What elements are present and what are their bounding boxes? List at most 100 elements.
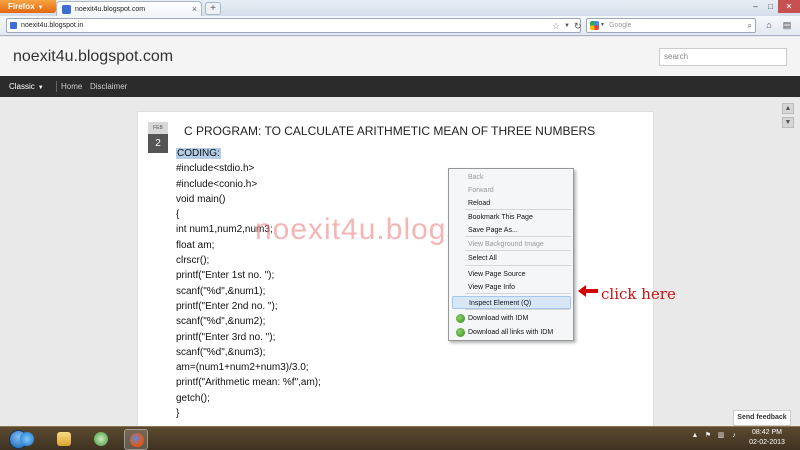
code-line-text: printf("Enter 1st no. "); [176,270,275,282]
network-icon[interactable]: ▥ [716,431,726,441]
caret-down-icon: ▼ [37,85,44,91]
search-icon[interactable]: ⌕ [748,19,752,32]
code-line: #include<stdio.h> [176,161,321,176]
post-card: FEB 2 C PROGRAM: TO CALCULATE ARITHMETIC… [137,111,654,426]
system-tray: ▲ ⚑ ▥ ♪ [690,431,739,441]
menu-item-reload[interactable]: Reload [452,197,571,210]
view-selector[interactable]: Classic ▼ [9,76,44,99]
chevron-down-icon: ▼ [37,5,44,11]
menu-item-label: Save Page As... [468,227,518,234]
tray-arrow-icon[interactable]: ▲ [690,431,700,441]
menu-item-save-page-as[interactable]: Save Page As... [452,224,571,237]
date-day: 2 [148,134,168,153]
browser-icon [94,432,108,446]
code-line-text: scanf("%d",&num2); [176,316,266,328]
menu-item-label: Download with IDM [468,315,529,322]
menu-item-label: Inspect Element (Q) [469,300,532,307]
blogger-favicon-icon [62,5,71,14]
site-header: noexit4u.blogspot.com search [0,37,800,76]
code-line-text: scanf("%d",&num1); [176,285,266,297]
clock-time: 08:42 PM [752,429,782,436]
firefox-menu-button[interactable]: Firefox ▼ [0,0,56,13]
taskbar: ▲ ⚑ ▥ ♪ 08:42 PM 02-02-2013 [0,426,800,450]
post-title[interactable]: C PROGRAM: TO CALCULATE ARITHMETIC MEAN … [184,124,595,138]
maximize-button[interactable]: □ [763,0,778,13]
tab-title: noexit4u.blogspot.com [75,6,146,13]
flag-icon[interactable]: ⚑ [703,431,713,441]
clock[interactable]: 08:42 PM 02-02-2013 [742,428,792,448]
site-title[interactable]: noexit4u.blogspot.com [13,48,173,66]
code-line: #include<conio.h> [176,177,321,192]
scroll-up-icon[interactable]: ▲ [782,103,794,114]
search-bar[interactable]: ▼ Google ⌕ [586,18,756,33]
menu-item-bookmark-this-page[interactable]: Bookmark This Page [452,211,571,224]
code-line: scanf("%d",&num2); [176,314,321,329]
view-selector-label: Classic [9,82,35,91]
code-line-text: } [176,408,180,420]
firefox-icon [130,433,144,447]
taskbar-chrome[interactable] [89,429,113,450]
menu-separator [465,265,571,266]
code-line: printf("Enter 3rd no. "); [176,330,321,345]
url-text: noexit4u.blogspot.in [21,22,84,29]
window-controls: – □ ✕ [748,0,800,13]
minimize-button[interactable]: – [748,0,763,13]
close-tab-icon[interactable]: × [192,2,197,17]
navigation-toolbar: noexit4u.blogspot.in ☆ ▼ ↻ ▼ Google ⌕ ⌂ … [0,16,800,36]
code-line: } [176,406,321,421]
menu-item-label: Bookmark This Page [468,214,533,221]
nav-disclaimer-link[interactable]: Disclaimer [90,76,127,97]
taskbar-ie[interactable] [15,429,39,450]
close-window-button[interactable]: ✕ [778,0,800,13]
menu-item-inspect-element-q[interactable]: Inspect Element (Q) [452,296,571,309]
code-line: getch(); [176,391,321,406]
home-icon[interactable]: ⌂ [762,19,776,32]
code-line-text: { [176,209,180,221]
menu-item-label: View Background Image [468,241,544,248]
code-line-text: scanf("%d",&num3); [176,346,266,358]
title-bar: Firefox ▼ noexit4u.blogspot.com × + – □ ✕ [0,0,800,17]
menu-item-label: Forward [468,187,494,194]
menu-item-label: View Page Info [468,284,515,291]
taskbar-firefox[interactable] [124,429,148,450]
google-engine-icon[interactable] [590,21,599,30]
code-line-text: am=(num1+num2+num3)/3.0; [176,362,309,374]
code-line-text: void main() [176,193,226,205]
menu-item-download-with-idm[interactable]: Download with IDM [452,312,571,325]
toolbar-menu-icon[interactable]: ▤ [780,19,794,32]
engine-dropdown-icon[interactable]: ▼ [600,19,605,32]
taskbar-explorer[interactable] [52,429,76,450]
code-line-text: #include<conio.h> [176,178,258,190]
new-tab-button[interactable]: + [205,2,221,15]
menu-item-view-page-info[interactable]: View Page Info [452,281,571,294]
menu-item-forward: Forward [452,184,571,197]
url-bar[interactable]: noexit4u.blogspot.in ☆ ▼ ↻ [6,18,582,33]
code-line-text: printf("Arithmetic mean: %f",am); [176,377,321,389]
menu-item-view-page-source[interactable]: View Page Source [452,268,571,281]
folder-icon [57,432,71,446]
code-line-text: float am; [176,239,215,251]
clock-date: 02-02-2013 [749,439,785,446]
arrow-left-icon [578,285,598,297]
send-feedback-button[interactable]: Send feedback [733,410,791,426]
context-menu: Back Forward Reload Bookmark This Page Save … [448,168,574,341]
reload-icon[interactable]: ↻ [574,19,582,33]
menu-item-select-all[interactable]: Select All [452,252,571,265]
idm-icon [456,328,465,337]
bookmark-star-icon[interactable]: ☆ [552,19,560,33]
page-side-controls: ▲ ▼ [782,37,800,426]
browser-tab[interactable]: noexit4u.blogspot.com × [56,1,202,17]
volume-icon[interactable]: ♪ [729,431,739,441]
menu-item-download-all-links-with-idm[interactable]: Download all links with IDM [452,326,571,339]
scroll-down-icon[interactable]: ▼ [782,117,794,128]
menu-item-label: Back [468,174,484,181]
nav-divider [56,81,57,92]
site-search-input[interactable]: search [659,48,787,66]
code-line: void main() [176,192,321,207]
nav-home-link[interactable]: Home [61,76,82,97]
code-line: scanf("%d",&num1); [176,284,321,299]
url-history-dropdown-icon[interactable]: ▼ [564,19,570,33]
code-line-text: getch(); [176,392,210,404]
code-line: printf("Enter 2nd no. "); [176,299,321,314]
date-badge: FEB 2 [148,122,168,153]
